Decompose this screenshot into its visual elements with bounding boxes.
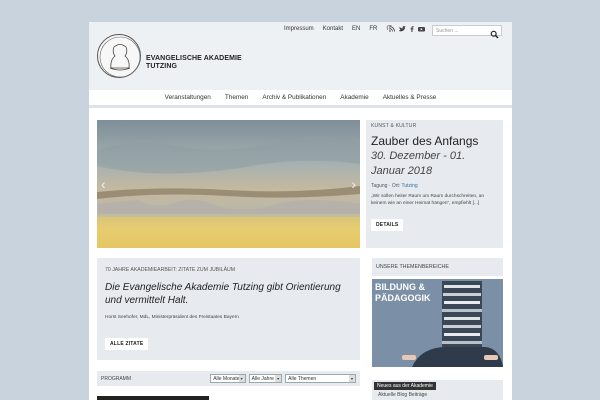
- programm-filter: PROGRAMM Alle Monate ▾ Alle Jahre ▾ Alle…: [97, 371, 360, 386]
- youtube-icon[interactable]: [418, 26, 425, 32]
- quote-heading: 70 JAHRE AKADEMIEARBEIT: ZITATE ZUM JUBI…: [105, 267, 236, 273]
- nav-archiv[interactable]: Archiv & Publikationen: [262, 94, 326, 101]
- themen-heading: UNSERE THEMENBEREICHE: [372, 258, 503, 276]
- theme-select[interactable]: Alle Themen ▾: [285, 374, 357, 383]
- nav-aktuelles[interactable]: Aktuelles & Presse: [383, 94, 437, 101]
- themen-label-line-2: PÄDAGOGIK: [375, 293, 431, 303]
- quote-text: Die Evangelische Akademie Tutzing gibt O…: [105, 282, 341, 306]
- quote-box: 70 JAHRE AKADEMIEARBEIT: ZITATE ZUM JUBI…: [97, 258, 360, 360]
- top-links: Impressum Kontakt EN FR IT: [284, 26, 392, 32]
- logo-text[interactable]: EVANGELISCHE AKADEMIE TUTZING: [146, 55, 242, 71]
- month-select[interactable]: Alle Monate ▾: [210, 374, 246, 383]
- social-icons: [389, 26, 425, 32]
- search-input[interactable]: Suchen ...: [433, 28, 490, 34]
- search-box[interactable]: Suchen ...: [432, 25, 502, 39]
- kontakt-link[interactable]: Kontakt: [323, 26, 343, 32]
- nav-themen[interactable]: Themen: [225, 94, 248, 101]
- feature-panel: KUNST & KULTUR Zauber des Anfangs 30. De…: [366, 120, 503, 248]
- theme-select-value: Alle Themen: [288, 375, 317, 382]
- themen-label: BILDUNG & PÄDAGOGIK: [375, 282, 431, 304]
- feature-category[interactable]: KUNST & KULTUR: [371, 123, 498, 129]
- rss-icon[interactable]: [389, 26, 395, 32]
- feature-meta-prefix: Tagung · Ort:: [371, 183, 401, 189]
- program-teaser-image: [97, 396, 209, 400]
- year-select-value: Alle Jahre: [251, 375, 274, 382]
- facebook-icon[interactable]: [410, 26, 414, 32]
- page: EVANGELISCHE AKADEMIE TUTZING Impressum …: [89, 22, 512, 400]
- logo-line-1: EVANGELISCHE AKADEMIE: [146, 55, 242, 62]
- nav-akademie[interactable]: Akademie: [340, 94, 368, 101]
- news-panel: Neues aus der Akademie Aktuelle Blog Bei…: [372, 380, 503, 400]
- twitter-icon[interactable]: [399, 26, 406, 32]
- feature-title[interactable]: Zauber des Anfangs: [371, 134, 498, 148]
- quote-author: Horst Seehofer, MdL, Ministerpräsident d…: [105, 315, 239, 320]
- chevron-down-icon: ▾: [238, 375, 245, 382]
- chevron-down-icon: ▾: [275, 375, 282, 382]
- impressum-link[interactable]: Impressum: [284, 26, 314, 32]
- header: EVANGELISCHE AKADEMIE TUTZING Impressum …: [89, 22, 512, 90]
- programm-label: PROGRAMM: [101, 375, 131, 382]
- next-arrow-icon[interactable]: ›: [351, 176, 356, 192]
- feature-place-link[interactable]: Tutzing: [402, 183, 418, 189]
- themen-label-line-1: BILDUNG &: [375, 282, 425, 292]
- prev-arrow-icon[interactable]: ‹: [101, 176, 106, 192]
- details-button[interactable]: DETAILS: [371, 219, 404, 231]
- month-select-value: Alle Monate: [213, 375, 240, 382]
- lang-fr-link[interactable]: FR: [369, 26, 377, 32]
- all-quotes-button[interactable]: ALLE ZITATE: [105, 338, 149, 350]
- news-tag[interactable]: Neues aus der Akademie: [374, 382, 436, 390]
- hero-image: ‹ ›: [97, 120, 360, 248]
- news-subtitle[interactable]: Aktuelle Blog Beiträge: [378, 392, 427, 398]
- search-icon[interactable]: [490, 26, 499, 39]
- feature-date: 30. Dezember - 01. Januar 2018: [371, 150, 466, 177]
- main-nav: Veranstaltungen Themen Archiv & Publikat…: [89, 90, 512, 108]
- logo-line-2: TUTZING: [146, 63, 178, 70]
- feature-quote: „Wir sollen heiter Raum um Raum durchsch…: [371, 194, 485, 206]
- lang-en-link[interactable]: EN: [352, 26, 360, 32]
- chevron-down-icon: ▾: [349, 375, 356, 382]
- themen-teaser[interactable]: BILDUNG & PÄDAGOGIK: [372, 279, 503, 367]
- nav-veranstaltungen[interactable]: Veranstaltungen: [165, 94, 211, 101]
- akademie-logo[interactable]: [97, 34, 141, 78]
- feature-meta: Tagung · Ort: Tutzing: [371, 183, 498, 189]
- year-select[interactable]: Alle Jahre ▾: [248, 374, 283, 383]
